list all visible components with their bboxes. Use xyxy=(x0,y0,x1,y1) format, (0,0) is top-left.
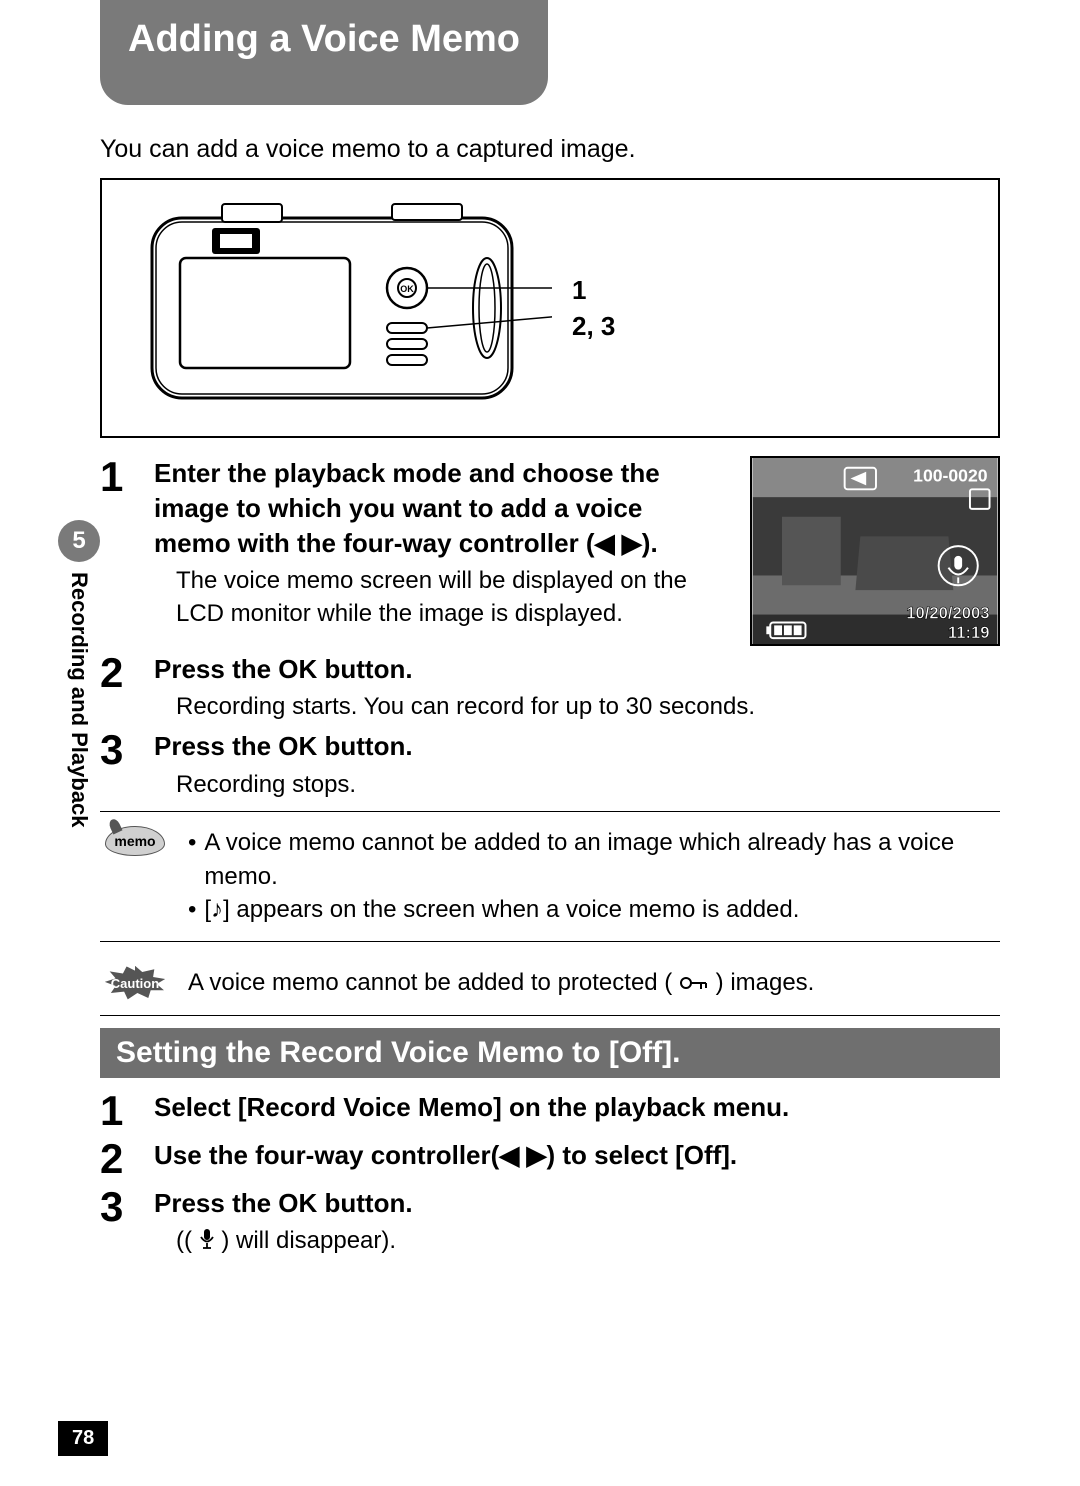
step-row: 1 Enter the playback mode and choose the… xyxy=(100,456,1000,646)
protect-key-icon xyxy=(679,974,709,992)
step-number: 3 xyxy=(100,729,132,800)
caution-icon: Caution xyxy=(100,966,170,1001)
steps-section-a: 1 Enter the playback mode and choose the… xyxy=(100,456,1000,801)
steps-section-b: 1 Select [Record Voice Memo] on the play… xyxy=(100,1090,1000,1257)
step-number: 1 xyxy=(100,1090,132,1132)
chapter-label: Recording and Playback xyxy=(66,572,92,828)
memo-note-text: A voice memo cannot be added to an image… xyxy=(188,826,990,927)
step-desc: Recording starts. You can record for up … xyxy=(176,691,1000,723)
chapter-number-badge: 5 xyxy=(58,520,100,562)
subsection-title: Setting the Record Voice Memo to [Off]. xyxy=(116,1036,680,1069)
intro-text: You can add a voice memo to a captured i… xyxy=(100,135,1000,164)
memo-note-row: memo A voice memo cannot be added to an … xyxy=(100,811,1000,942)
step-row: 1 Select [Record Voice Memo] on the play… xyxy=(100,1090,1000,1132)
step-title: Press the OK button. xyxy=(154,652,1000,687)
preview-time: 11:19 xyxy=(948,623,990,642)
step-number: 2 xyxy=(100,652,132,723)
page-title-tab: Adding a Voice Memo xyxy=(100,0,548,105)
memo-icon: memo xyxy=(100,826,170,856)
svg-text:OK: OK xyxy=(400,284,414,294)
caution-note-text: A voice memo cannot be added to protecte… xyxy=(188,966,814,1000)
step-number: 3 xyxy=(100,1186,132,1257)
step-number: 1 xyxy=(100,456,132,646)
camera-diagram-box: OK 1 2, 3 xyxy=(100,178,1000,438)
subsection-title-bar: Setting the Record Voice Memo to [Off]. xyxy=(100,1028,1000,1078)
step-title: Enter the playback mode and choose the i… xyxy=(154,456,726,561)
step-desc: (( ) will disappear). xyxy=(176,1225,1000,1257)
caution-note-row: Caution A voice memo cannot be added to … xyxy=(100,952,1000,1016)
step-desc: The voice memo screen will be displayed … xyxy=(176,565,726,630)
step-title: Press the OK button. xyxy=(154,1186,1000,1221)
step-title: Use the four-way controller(◀ ▶) to sele… xyxy=(154,1138,1000,1173)
lcd-preview-screenshot: 100-0020 10/20/2003 11:19 xyxy=(750,456,1000,646)
microphone-icon xyxy=(199,1228,215,1250)
page-number: 78 xyxy=(58,1421,108,1456)
step-desc: Recording stops. xyxy=(176,769,1000,801)
step-row: 2 Press the OK button. Recording starts.… xyxy=(100,652,1000,723)
chapter-sidebar: 5 Recording and Playback xyxy=(58,520,100,828)
callout-1: 1 xyxy=(572,272,615,308)
camera-illustration: OK xyxy=(132,198,552,418)
step-number: 2 xyxy=(100,1138,132,1180)
step-title: Press the OK button. xyxy=(154,729,1000,764)
step-title: Select [Record Voice Memo] on the playba… xyxy=(154,1090,1000,1125)
page-title: Adding a Voice Memo xyxy=(128,18,520,60)
preview-date: 10/20/2003 xyxy=(906,604,989,623)
step-row: 2 Use the four-way controller(◀ ▶) to se… xyxy=(100,1138,1000,1180)
callout-2-3: 2, 3 xyxy=(572,308,615,344)
step-row: 3 Press the OK button. Recording stops. xyxy=(100,729,1000,800)
diagram-callouts: 1 2, 3 xyxy=(572,272,615,345)
preview-file-number: 100-0020 xyxy=(913,465,988,485)
step-row: 3 Press the OK button. (( ) will disappe… xyxy=(100,1186,1000,1257)
